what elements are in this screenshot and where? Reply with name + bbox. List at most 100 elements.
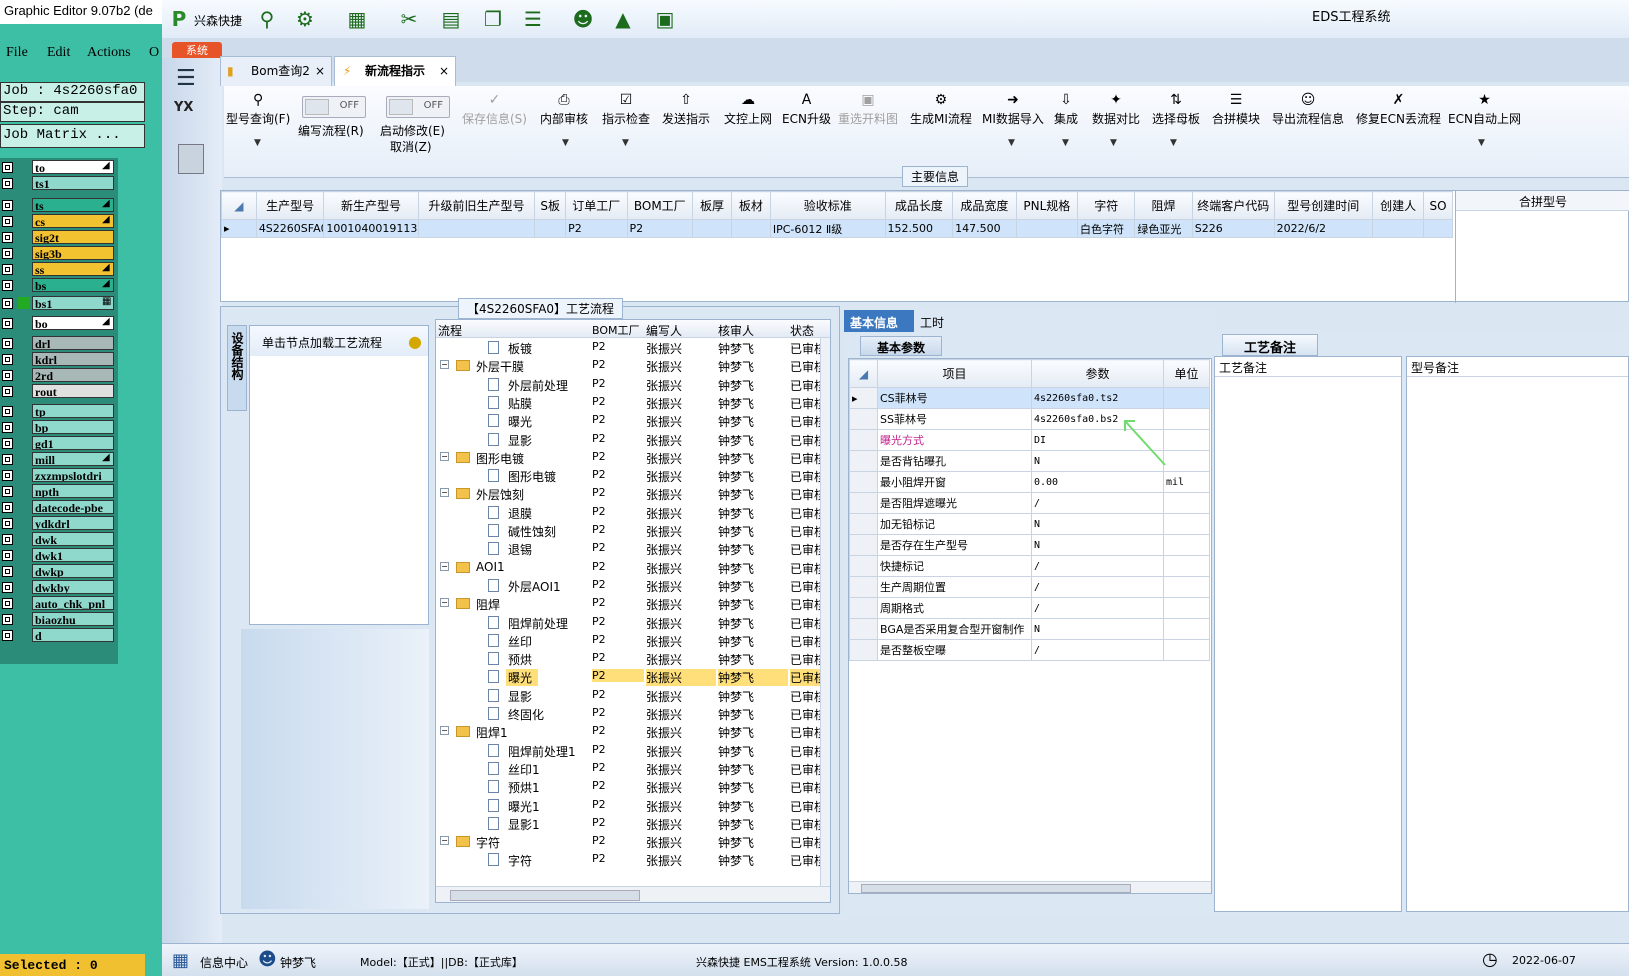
layer-name[interactable]: kdrl <box>32 352 114 366</box>
layer-row[interactable]: dwkp <box>0 564 118 578</box>
layer-name[interactable]: auto_chk_pnl <box>32 596 114 610</box>
layer-checkbox[interactable] <box>2 582 13 593</box>
tree-row[interactable]: 退锡 P2 张振兴 钟梦飞 已审核 <box>436 539 826 557</box>
param-value[interactable]: 0.00 <box>1031 471 1164 493</box>
main-info-col-header[interactable]: 成品宽度 <box>952 191 1017 220</box>
tree-row[interactable]: 丝印 P2 张振兴 钟梦飞 已审核 <box>436 631 826 649</box>
tree-row[interactable]: 终固化 P2 张振兴 钟梦飞 已审核 <box>436 704 826 722</box>
layer-name[interactable]: biaozhu <box>32 612 114 626</box>
data-compare-button[interactable]: ✦ 数据对比 <box>1092 90 1140 127</box>
job-matrix-button[interactable]: Job Matrix ... <box>0 124 145 148</box>
doc-control-online-button[interactable]: ☁ 文控上网 <box>724 90 772 127</box>
integrate-button[interactable]: ⇩ 集成 <box>1054 90 1078 127</box>
tree-row[interactable]: 曝光P2张振兴钟梦飞已审核 <box>436 667 826 687</box>
tree-row[interactable]: 板镀 P2 张振兴 钟梦飞 已审核 <box>436 338 826 356</box>
tree-row[interactable]: 曝光P2张振兴钟梦飞已审核 <box>436 411 826 429</box>
layer-name[interactable]: dwkby <box>32 580 114 594</box>
close-icon[interactable]: × <box>315 57 325 85</box>
layer-row[interactable]: ydkdrl <box>0 516 118 530</box>
tree-row[interactable]: 显影1 P2 张振兴 钟梦飞 已审核 <box>436 814 826 832</box>
search-icon[interactable]: ⚲ <box>254 7 280 31</box>
param-row[interactable]: ▸ CS菲林号 4s2260sfa0.ts2 <box>849 387 1210 409</box>
collapse-icon[interactable]: − <box>440 360 449 370</box>
layer-row[interactable]: dwkby <box>0 580 118 594</box>
tree-row[interactable]: 碱性蚀刻 P2 张振兴 钟梦飞 已审核 <box>436 521 826 539</box>
reselect-cutting-chart-button[interactable]: ▣ 重选开料图 <box>838 90 898 127</box>
param-row[interactable]: BGA是否采用复合型开窗制作 N <box>849 618 1210 640</box>
collapse-icon[interactable]: − <box>440 836 449 846</box>
tree-row[interactable]: − AOI1 P2 张振兴 钟梦飞 已审核 <box>436 558 826 576</box>
params-horizontal-scrollbar[interactable] <box>849 881 1211 893</box>
main-info-cell[interactable]: 152.500 <box>884 219 954 238</box>
layer-name[interactable]: ts1 <box>32 176 114 190</box>
tab-bom-query[interactable]: ▮ Bom查询2 × <box>220 56 332 86</box>
scrollbar-thumb[interactable] <box>861 884 1131 893</box>
layer-checkbox[interactable] <box>2 298 13 309</box>
main-info-col-header[interactable]: 创建人 <box>1371 191 1425 220</box>
tab-basic-info[interactable]: 基本信息 <box>844 310 914 332</box>
main-info-col-header[interactable]: 升级前旧生产型号 <box>417 191 536 220</box>
layer-name[interactable]: dwk1 <box>32 548 114 562</box>
layer-checkbox[interactable] <box>2 248 13 259</box>
start-modify-toggle[interactable]: OFF <box>386 96 450 118</box>
repair-ecn-flow-button[interactable]: ✗ 修复ECN丢流程 <box>1356 90 1441 127</box>
main-info-cell[interactable]: 10010400191138 <box>323 219 419 238</box>
param-row[interactable]: 加无铅标记 N <box>849 513 1210 535</box>
param-value[interactable]: N <box>1031 534 1164 556</box>
mi-data-import-button[interactable]: ➜ MI数据导入 <box>982 90 1044 127</box>
param-row[interactable]: 周期格式 / <box>849 597 1210 619</box>
param-col-header[interactable]: 参数 <box>1031 359 1164 388</box>
basic-params-subtab[interactable]: 基本参数 <box>860 336 942 356</box>
process-remarks-area[interactable]: 工艺备注 <box>1214 356 1402 912</box>
menu-file[interactable]: File <box>6 45 28 61</box>
layer-checkbox[interactable] <box>2 566 13 577</box>
layer-row[interactable]: 2rd <box>0 368 118 382</box>
param-row[interactable]: 生产周期位置 / <box>849 576 1210 598</box>
layer-name[interactable]: ydkdrl <box>32 516 114 530</box>
layer-checkbox[interactable] <box>2 502 13 513</box>
main-info-col-header[interactable]: 终端客户代码 <box>1191 191 1275 220</box>
main-info-cell[interactable]: S226 <box>1191 219 1275 238</box>
internal-review-button[interactable]: ⎙ 内部审核 <box>540 90 588 127</box>
tree-row[interactable]: 预烘 P2 张振兴 钟梦飞 已审核 <box>436 649 826 667</box>
tree-row[interactable]: 贴膜 P2 张振兴 钟梦飞 已审核 <box>436 393 826 411</box>
layer-row[interactable]: mill ◢ <box>0 452 118 466</box>
main-info-cell[interactable]: 白色字符 <box>1077 219 1136 238</box>
layer-row[interactable]: to ◢ <box>0 160 118 174</box>
layer-checkbox[interactable] <box>2 280 13 291</box>
collapse-icon[interactable]: − <box>440 598 449 608</box>
layer-row[interactable]: bs1 ▦ <box>0 296 118 310</box>
close-icon[interactable]: × <box>439 57 449 85</box>
tree-row[interactable]: 阻焊前处理 P2 张振兴 钟梦飞 已审核 <box>436 613 826 631</box>
tab-process-remarks[interactable]: 工艺备注 <box>1222 334 1318 356</box>
model-remarks-area[interactable]: 型号备注 <box>1406 356 1629 912</box>
layer-name[interactable]: gd1 <box>32 436 114 450</box>
settings-icon[interactable]: ⚙ <box>292 7 318 31</box>
main-info-col-header[interactable]: 型号创建时间 <box>1273 191 1373 220</box>
param-value[interactable]: N <box>1031 513 1164 535</box>
main-info-cell[interactable]: 147.500 <box>952 219 1017 238</box>
select-motherboard-button[interactable]: ⇅ 选择母板 <box>1152 90 1200 127</box>
layer-name[interactable]: bp <box>32 420 114 434</box>
main-info-col-header[interactable]: BOM工厂 <box>626 191 694 220</box>
collapse-icon[interactable]: − <box>440 488 449 498</box>
main-info-col-header[interactable]: SO <box>1423 191 1453 220</box>
layer-row[interactable]: rout <box>0 384 118 398</box>
layer-row[interactable]: drl <box>0 336 118 350</box>
layer-checkbox[interactable] <box>2 162 13 173</box>
generate-mi-flow-button[interactable]: ⚙ 生成MI流程 <box>910 90 972 127</box>
collapse-icon[interactable]: − <box>440 451 449 461</box>
main-info-col-header[interactable]: 板厚 <box>692 191 732 220</box>
grid-icon[interactable]: ▦ <box>344 7 370 31</box>
menu-edit[interactable]: Edit <box>47 45 70 61</box>
layer-name[interactable]: sig3b <box>32 246 114 260</box>
chevron-down-icon[interactable]: ▼ <box>622 138 629 148</box>
layer-row[interactable]: ss ◢ <box>0 262 118 276</box>
param-value[interactable]: N <box>1031 618 1164 640</box>
layer-row[interactable]: ts ◢ <box>0 198 118 212</box>
tree-row[interactable]: 外层前处理 P2 张振兴 钟梦飞 已审核 <box>436 375 826 393</box>
param-value[interactable]: / <box>1031 597 1164 619</box>
tree-row[interactable]: 预烘1 P2 张振兴 钟梦飞 已审核 <box>436 777 826 795</box>
main-info-col-header[interactable]: 字符 <box>1077 191 1136 220</box>
layer-row[interactable]: sig3b <box>0 246 118 260</box>
